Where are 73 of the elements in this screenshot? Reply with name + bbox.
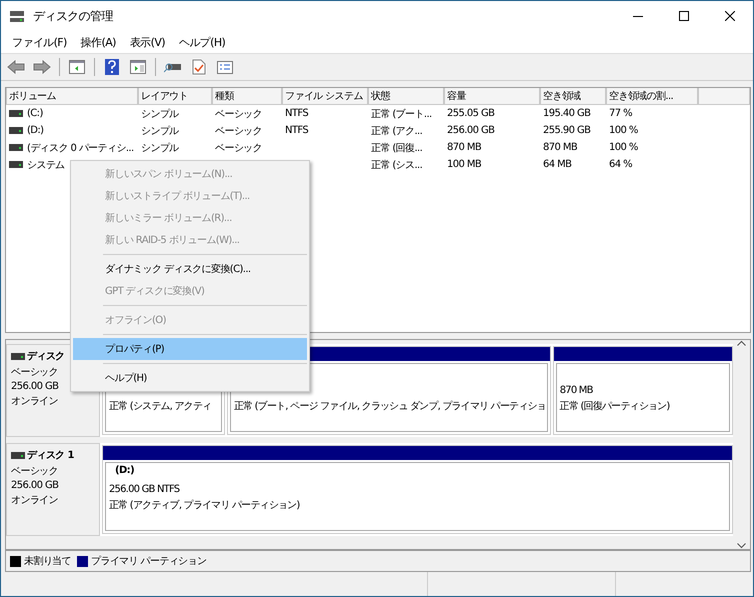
table-cell-text: 64 % xyxy=(608,159,634,170)
drive-icon xyxy=(9,110,23,117)
table-cell-text: システム xyxy=(27,158,65,172)
disk-status: オンライン xyxy=(11,494,60,507)
table-cell: (D:) xyxy=(27,125,44,136)
column-header[interactable]: 空き領域の割... xyxy=(606,88,698,105)
table-cell-text: 正常 (シス... xyxy=(370,158,424,172)
table-cell-text: 正常 (回復... xyxy=(370,142,424,154)
column-header[interactable]: ファイル システム xyxy=(282,88,368,105)
disk-size: 256.00 GB xyxy=(11,381,60,392)
table-cell-text: 870 MB xyxy=(446,142,482,153)
app-icon xyxy=(9,9,25,23)
table-cell-text: 255.90 GB xyxy=(542,125,592,136)
partition-block[interactable]: 870 MB 正常 (回復パーティション) xyxy=(556,363,730,432)
column-header[interactable]: 容量 xyxy=(444,88,540,105)
table-cell-text: シンプル xyxy=(140,124,180,138)
table-cell-text: シンプル xyxy=(140,142,180,154)
partition-block[interactable]: (D:) 256.00 GB NTFS 正常 (アクティブ, プライマリ パーティション) xyxy=(105,462,730,531)
column-header[interactable]: ボリューム xyxy=(6,88,138,105)
column-header[interactable]: 空き領域 xyxy=(540,88,606,105)
table-cell-text: 64 MB xyxy=(542,159,572,170)
close-icon[interactable] xyxy=(725,11,735,21)
table-cell-text: 256.00 GB xyxy=(446,125,496,136)
context-menu-item[interactable]: ダイナミック ディスクに変換(C)... xyxy=(73,258,307,280)
scroll-down-icon[interactable] xyxy=(737,543,746,549)
table-cell-text: 正常 (ブート... xyxy=(370,108,433,120)
partition-text: 正常 (回復パーティション) xyxy=(560,400,671,413)
drive-icon xyxy=(9,161,23,168)
disk-name: ディスク 1 xyxy=(27,449,74,462)
table-cell-text: 100 % xyxy=(608,125,639,136)
table-cell-text: (ディスク 0 パーティシ... xyxy=(27,142,134,154)
legend-label: プライマリ パーティション xyxy=(91,554,206,568)
table-cell: (C:) xyxy=(27,108,43,119)
table-cell-text: 870 MB xyxy=(542,142,578,153)
column-header[interactable]: レイアウト xyxy=(138,88,212,105)
menu-item[interactable]: 操作(A) xyxy=(74,34,123,50)
table-cell-text: 100 MB xyxy=(446,159,482,170)
partition-text: 正常 (ブート, ページ ファイル, クラッシュ ダンプ, プライマリ パーティショ xyxy=(234,400,544,413)
scroll-up-icon[interactable] xyxy=(737,340,746,346)
window-title: ディスクの管理 xyxy=(33,8,114,24)
table-cell-text: シンプル xyxy=(140,108,180,120)
disk-type: ベーシック xyxy=(11,465,60,478)
table-cell-text: ベーシック xyxy=(214,124,264,138)
drive-icon xyxy=(11,452,25,458)
partition-text: 正常 (アクティブ, プライマリ パーティション) xyxy=(109,498,301,512)
column-header[interactable]: 種類 xyxy=(212,88,282,105)
disk-status: オンライン xyxy=(11,395,60,408)
table-cell-text: ベーシック xyxy=(214,142,264,154)
legend-label: 未割り当て xyxy=(24,554,72,568)
column-header[interactable]: 状態 xyxy=(368,88,444,105)
partition-title: (D:) xyxy=(115,465,136,478)
table-cell-text: 77 % xyxy=(608,108,634,119)
partition-text: 正常 (システム, アクティ xyxy=(109,400,212,413)
table-cell-text: ベーシック xyxy=(214,108,264,120)
drive-icon xyxy=(11,352,25,360)
table-cell-text: NTFS xyxy=(284,108,310,119)
menu-item[interactable]: ファイル(F) xyxy=(5,34,74,50)
table-cell-text: 255.05 GB xyxy=(446,108,496,119)
disk-size: 256.00 GB xyxy=(11,480,60,491)
context-menu-item[interactable]: プロパティ(P) xyxy=(73,338,307,360)
partition-text: 870 MB xyxy=(560,385,594,396)
drive-icon xyxy=(9,127,23,134)
table-cell-text: NTFS xyxy=(284,125,310,136)
menu-item[interactable]: 表示(V) xyxy=(122,34,172,50)
menu-item[interactable]: ヘルプ(H) xyxy=(172,34,232,50)
drive-icon xyxy=(9,144,23,151)
disk-type: ベーシック xyxy=(11,366,60,379)
partition-text: 256.00 GB NTFS xyxy=(109,484,180,495)
table-cell-text: 100 % xyxy=(608,142,639,153)
table-cell-text: 正常 (アク... xyxy=(370,124,424,138)
disk-name: ディスク xyxy=(27,350,65,363)
maximize-icon[interactable] xyxy=(679,11,689,21)
table-cell-text: 195.40 GB xyxy=(542,108,592,119)
